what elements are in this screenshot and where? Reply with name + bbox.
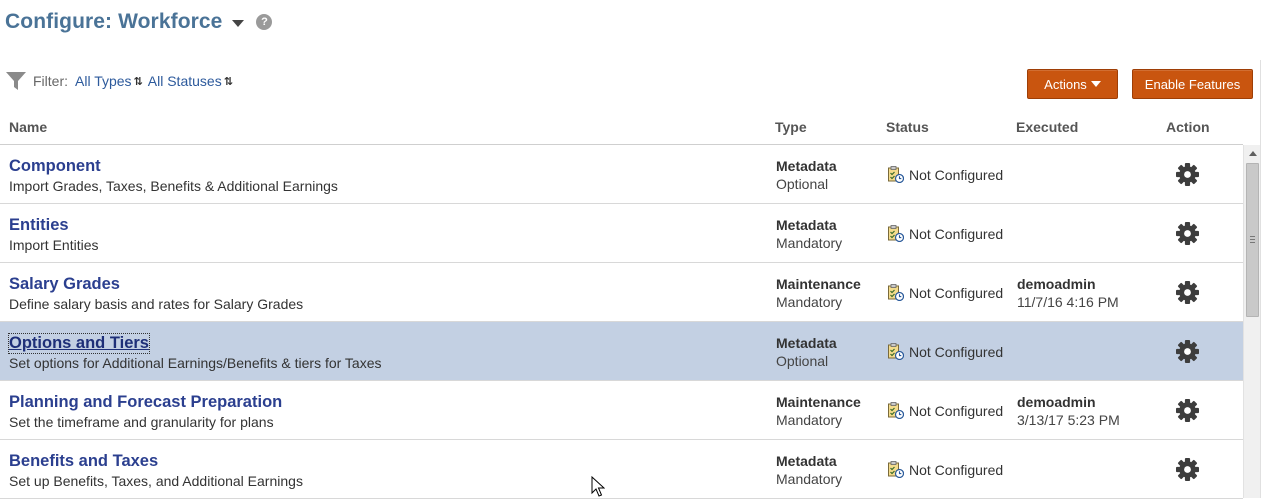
- table-row[interactable]: Component Import Grades, Taxes, Benefits…: [0, 145, 1243, 204]
- row-executed-user: demoadmin: [1017, 276, 1096, 292]
- row-status-text: Not Configured: [909, 402, 1004, 419]
- row-type: Metadata: [776, 335, 837, 351]
- actions-button-label: Actions: [1044, 76, 1087, 92]
- title-bar: Configure: Workforce ?: [5, 7, 273, 37]
- scroll-up-button[interactable]: [1244, 145, 1261, 162]
- filter-label: Filter:: [33, 73, 68, 89]
- column-header-type[interactable]: Type: [775, 119, 807, 135]
- row-status: Not Configured: [887, 402, 1003, 419]
- table-row[interactable]: Salary Grades Define salary basis and ra…: [0, 263, 1243, 322]
- filter-icon[interactable]: [5, 70, 27, 92]
- column-header-name[interactable]: Name: [9, 119, 47, 135]
- row-type: Metadata: [776, 217, 837, 233]
- gear-icon[interactable]: [1175, 280, 1200, 305]
- table-row[interactable]: Benefits and Taxes Set up Benefits, Taxe…: [0, 440, 1243, 499]
- row-type: Metadata: [776, 453, 837, 469]
- feature-table: Component Import Grades, Taxes, Benefits…: [0, 145, 1243, 499]
- row-status: Not Configured: [887, 225, 1003, 242]
- mouse-cursor-icon: [591, 476, 605, 497]
- row-requirement: Mandatory: [776, 294, 843, 310]
- row-status: Not Configured: [887, 284, 1003, 301]
- vertical-scrollbar[interactable]: [1243, 145, 1260, 498]
- row-status-text: Not Configured: [909, 461, 1004, 478]
- filter-all-types[interactable]: All Types: [75, 73, 132, 89]
- row-name-link[interactable]: Component: [9, 157, 101, 176]
- gear-icon[interactable]: [1175, 398, 1200, 423]
- actions-button[interactable]: Actions: [1027, 69, 1118, 99]
- arrow-up-icon: [1248, 151, 1257, 156]
- row-requirement: Mandatory: [776, 471, 843, 487]
- chevron-down-icon[interactable]: [232, 20, 245, 27]
- row-description: Define salary basis and rates for Salary…: [9, 296, 304, 312]
- row-status-text: Not Configured: [909, 225, 1004, 242]
- swap-icon[interactable]: ⇅: [224, 75, 233, 88]
- gear-icon[interactable]: [1175, 162, 1200, 187]
- table-header: Name Type Status Executed Action: [0, 114, 1243, 145]
- row-type: Maintenance: [776, 394, 861, 410]
- not-configured-icon: [888, 402, 904, 419]
- scroll-thumb[interactable]: [1246, 163, 1259, 317]
- table-row[interactable]: Entities Import Entities Metadata Mandat…: [0, 204, 1243, 263]
- row-description: Set up Benefits, Taxes, and Additional E…: [9, 473, 303, 489]
- row-status-text: Not Configured: [909, 343, 1004, 360]
- row-requirement: Optional: [776, 176, 829, 192]
- not-configured-icon: [888, 166, 904, 183]
- row-type: Maintenance: [776, 276, 861, 292]
- divider: [1260, 60, 1261, 498]
- filter-all-statuses[interactable]: All Statuses: [148, 73, 222, 89]
- grip-icon: [1250, 236, 1255, 243]
- row-type: Metadata: [776, 158, 837, 174]
- help-icon[interactable]: ?: [256, 14, 273, 30]
- row-name-link[interactable]: Planning and Forecast Preparation: [9, 393, 282, 412]
- swap-icon[interactable]: ⇅: [134, 75, 143, 88]
- row-status: Not Configured: [887, 166, 1003, 183]
- row-description: Set options for Additional Earnings/Bene…: [9, 355, 382, 371]
- row-name-link[interactable]: Salary Grades: [9, 275, 120, 294]
- row-name-link[interactable]: Entities: [9, 216, 69, 235]
- row-executed-date: 3/13/17 5:23 PM: [1017, 412, 1120, 428]
- not-configured-icon: [888, 461, 904, 478]
- not-configured-icon: [888, 225, 904, 242]
- row-description: Import Grades, Taxes, Benefits & Additio…: [9, 178, 338, 194]
- caret-down-icon: [1090, 81, 1101, 87]
- row-requirement: Mandatory: [776, 412, 843, 428]
- row-executed-user: demoadmin: [1017, 394, 1096, 410]
- page-title: Configure: Workforce: [5, 10, 223, 33]
- row-status: Not Configured: [887, 461, 1003, 478]
- column-header-executed[interactable]: Executed: [1016, 119, 1078, 135]
- gear-icon[interactable]: [1175, 339, 1200, 364]
- column-header-status[interactable]: Status: [886, 119, 929, 135]
- row-status-text: Not Configured: [909, 284, 1004, 301]
- enable-features-button[interactable]: Enable Features: [1132, 69, 1253, 99]
- not-configured-icon: [888, 343, 904, 360]
- row-status-text: Not Configured: [909, 166, 1004, 183]
- row-requirement: Mandatory: [776, 235, 843, 251]
- not-configured-icon: [888, 284, 904, 301]
- gear-icon[interactable]: [1175, 457, 1200, 482]
- row-status: Not Configured: [887, 343, 1003, 360]
- row-requirement: Optional: [776, 353, 829, 369]
- row-name-link[interactable]: Benefits and Taxes: [9, 452, 158, 471]
- table-row[interactable]: Options and Tiers Set options for Additi…: [0, 322, 1243, 381]
- table-row[interactable]: Planning and Forecast Preparation Set th…: [0, 381, 1243, 440]
- enable-features-label: Enable Features: [1144, 76, 1241, 92]
- column-header-action: Action: [1166, 119, 1210, 135]
- filter-bar: Filter: All Types ⇅ All Statuses ⇅: [5, 68, 238, 94]
- row-description: Import Entities: [9, 237, 99, 253]
- gear-icon[interactable]: [1175, 221, 1200, 246]
- row-description: Set the timeframe and granularity for pl…: [9, 414, 274, 430]
- row-executed-date: 11/7/16 4:16 PM: [1017, 294, 1119, 310]
- row-name-link[interactable]: Options and Tiers: [8, 333, 150, 354]
